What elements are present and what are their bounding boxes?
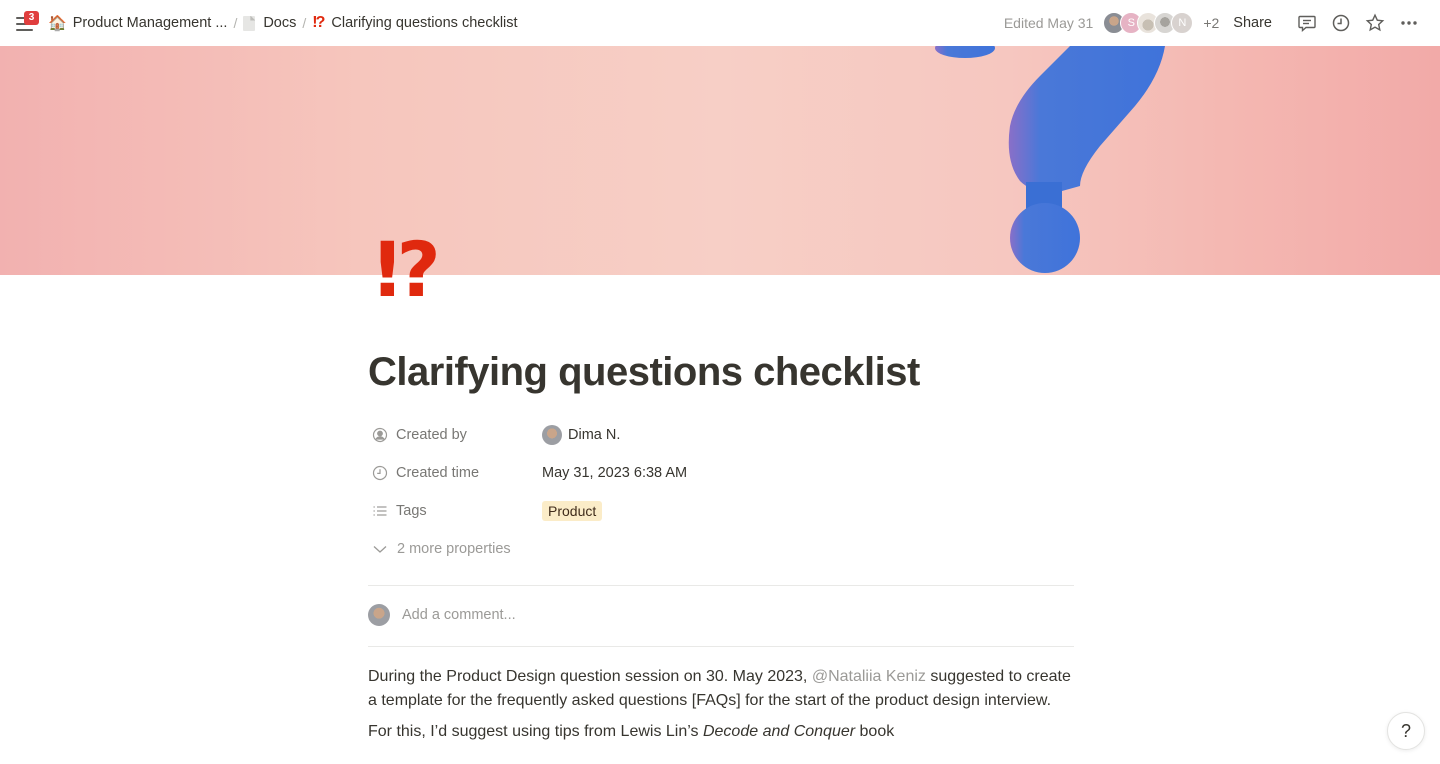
property-value[interactable]: May 31, 2023 6:38 AM — [542, 465, 687, 481]
property-name: Created time — [368, 465, 542, 481]
top-bar: 3 🏠 Product Management ... / Docs / !? C… — [0, 0, 1440, 46]
property-label: Created time — [396, 465, 480, 481]
property-created-time[interactable]: Created time May 31, 2023 6:38 AM — [368, 454, 1074, 492]
breadcrumb-current-label: Clarifying questions checklist — [331, 15, 518, 31]
breadcrumb-separator: / — [233, 15, 238, 31]
topbar-actions: Edited May 31 S N +2 Share — [1004, 0, 1426, 46]
cover-image[interactable] — [0, 46, 1440, 275]
user-mention[interactable]: @Nataliia Keniz — [812, 668, 926, 685]
sidebar-menu-button[interactable]: 3 — [14, 11, 40, 35]
property-label: Created by — [396, 427, 467, 443]
chevron-down-icon — [373, 546, 387, 553]
tag-product[interactable]: Product — [542, 501, 603, 521]
person-circle-icon — [372, 427, 388, 443]
text: For this, I’d suggest using tips from Le… — [368, 723, 703, 740]
property-value[interactable]: Dima N. — [542, 425, 620, 445]
list-icon — [373, 506, 387, 516]
breadcrumb-workspace-label: Product Management ... — [72, 15, 228, 31]
text: During the Product Design question sessi… — [368, 668, 812, 685]
divider — [368, 646, 1074, 647]
collaborator-avatars[interactable]: S N — [1103, 12, 1194, 34]
avatar — [542, 425, 562, 445]
add-comment-input[interactable]: Add a comment... — [368, 604, 516, 626]
document-icon — [243, 15, 256, 31]
breadcrumb-separator: / — [302, 15, 307, 31]
history-clock-icon[interactable] — [1330, 12, 1352, 34]
breadcrumb-workspace[interactable]: 🏠 Product Management ... — [44, 13, 231, 33]
breadcrumb-docs-label: Docs — [263, 15, 297, 31]
created-time-value: May 31, 2023 6:38 AM — [542, 465, 688, 481]
property-created-by[interactable]: Created by Dima N. — [368, 416, 1074, 454]
comment-icon[interactable] — [1296, 12, 1318, 34]
comment-placeholder: Add a comment... — [402, 607, 516, 623]
star-icon[interactable] — [1364, 12, 1386, 34]
more-options-icon[interactable] — [1398, 12, 1420, 34]
property-name: Created by — [368, 427, 542, 443]
divider — [368, 585, 1074, 586]
property-tags[interactable]: Tags Product — [368, 492, 1074, 530]
text: book — [855, 723, 895, 740]
book-title: Decode and Conquer — [702, 723, 856, 740]
avatar[interactable]: N — [1171, 12, 1194, 34]
page-title[interactable]: Clarifying questions checklist — [368, 350, 920, 395]
breadcrumb-docs[interactable]: Docs — [239, 13, 300, 33]
more-collaborators-count[interactable]: +2 — [1203, 15, 1219, 31]
question-mark-cover-graphic — [935, 46, 1165, 273]
property-label: Tags — [396, 503, 427, 519]
edited-timestamp[interactable]: Edited May 31 — [1004, 15, 1094, 31]
page-body[interactable]: During the Product Design question sessi… — [368, 665, 1074, 751]
avatar — [368, 604, 390, 626]
clock-icon — [372, 465, 388, 481]
breadcrumb-current-page[interactable]: !? Clarifying questions checklist — [308, 12, 521, 34]
more-properties-label: 2 more properties — [397, 541, 511, 557]
help-button[interactable]: ? — [1387, 712, 1425, 750]
paragraph[interactable]: During the Product Design question sessi… — [368, 665, 1074, 713]
share-button[interactable]: Share — [1233, 15, 1272, 31]
interrobang-icon: !? — [312, 14, 325, 31]
property-value[interactable]: Product — [542, 501, 603, 521]
more-properties-toggle[interactable]: 2 more properties — [368, 530, 1074, 568]
house-icon: 🏠 — [48, 14, 67, 32]
notification-badge: 3 — [24, 11, 39, 25]
page-properties: Created by Dima N. Created time May 31, … — [368, 416, 1074, 568]
breadcrumb: 🏠 Product Management ... / Docs / !? Cla… — [44, 0, 522, 46]
creator-name: Dima N. — [568, 427, 621, 443]
page-icon-interrobang[interactable]: !? — [370, 232, 441, 308]
property-name: Tags — [368, 503, 542, 519]
paragraph[interactable]: For this, I’d suggest using tips from Le… — [368, 720, 1074, 744]
